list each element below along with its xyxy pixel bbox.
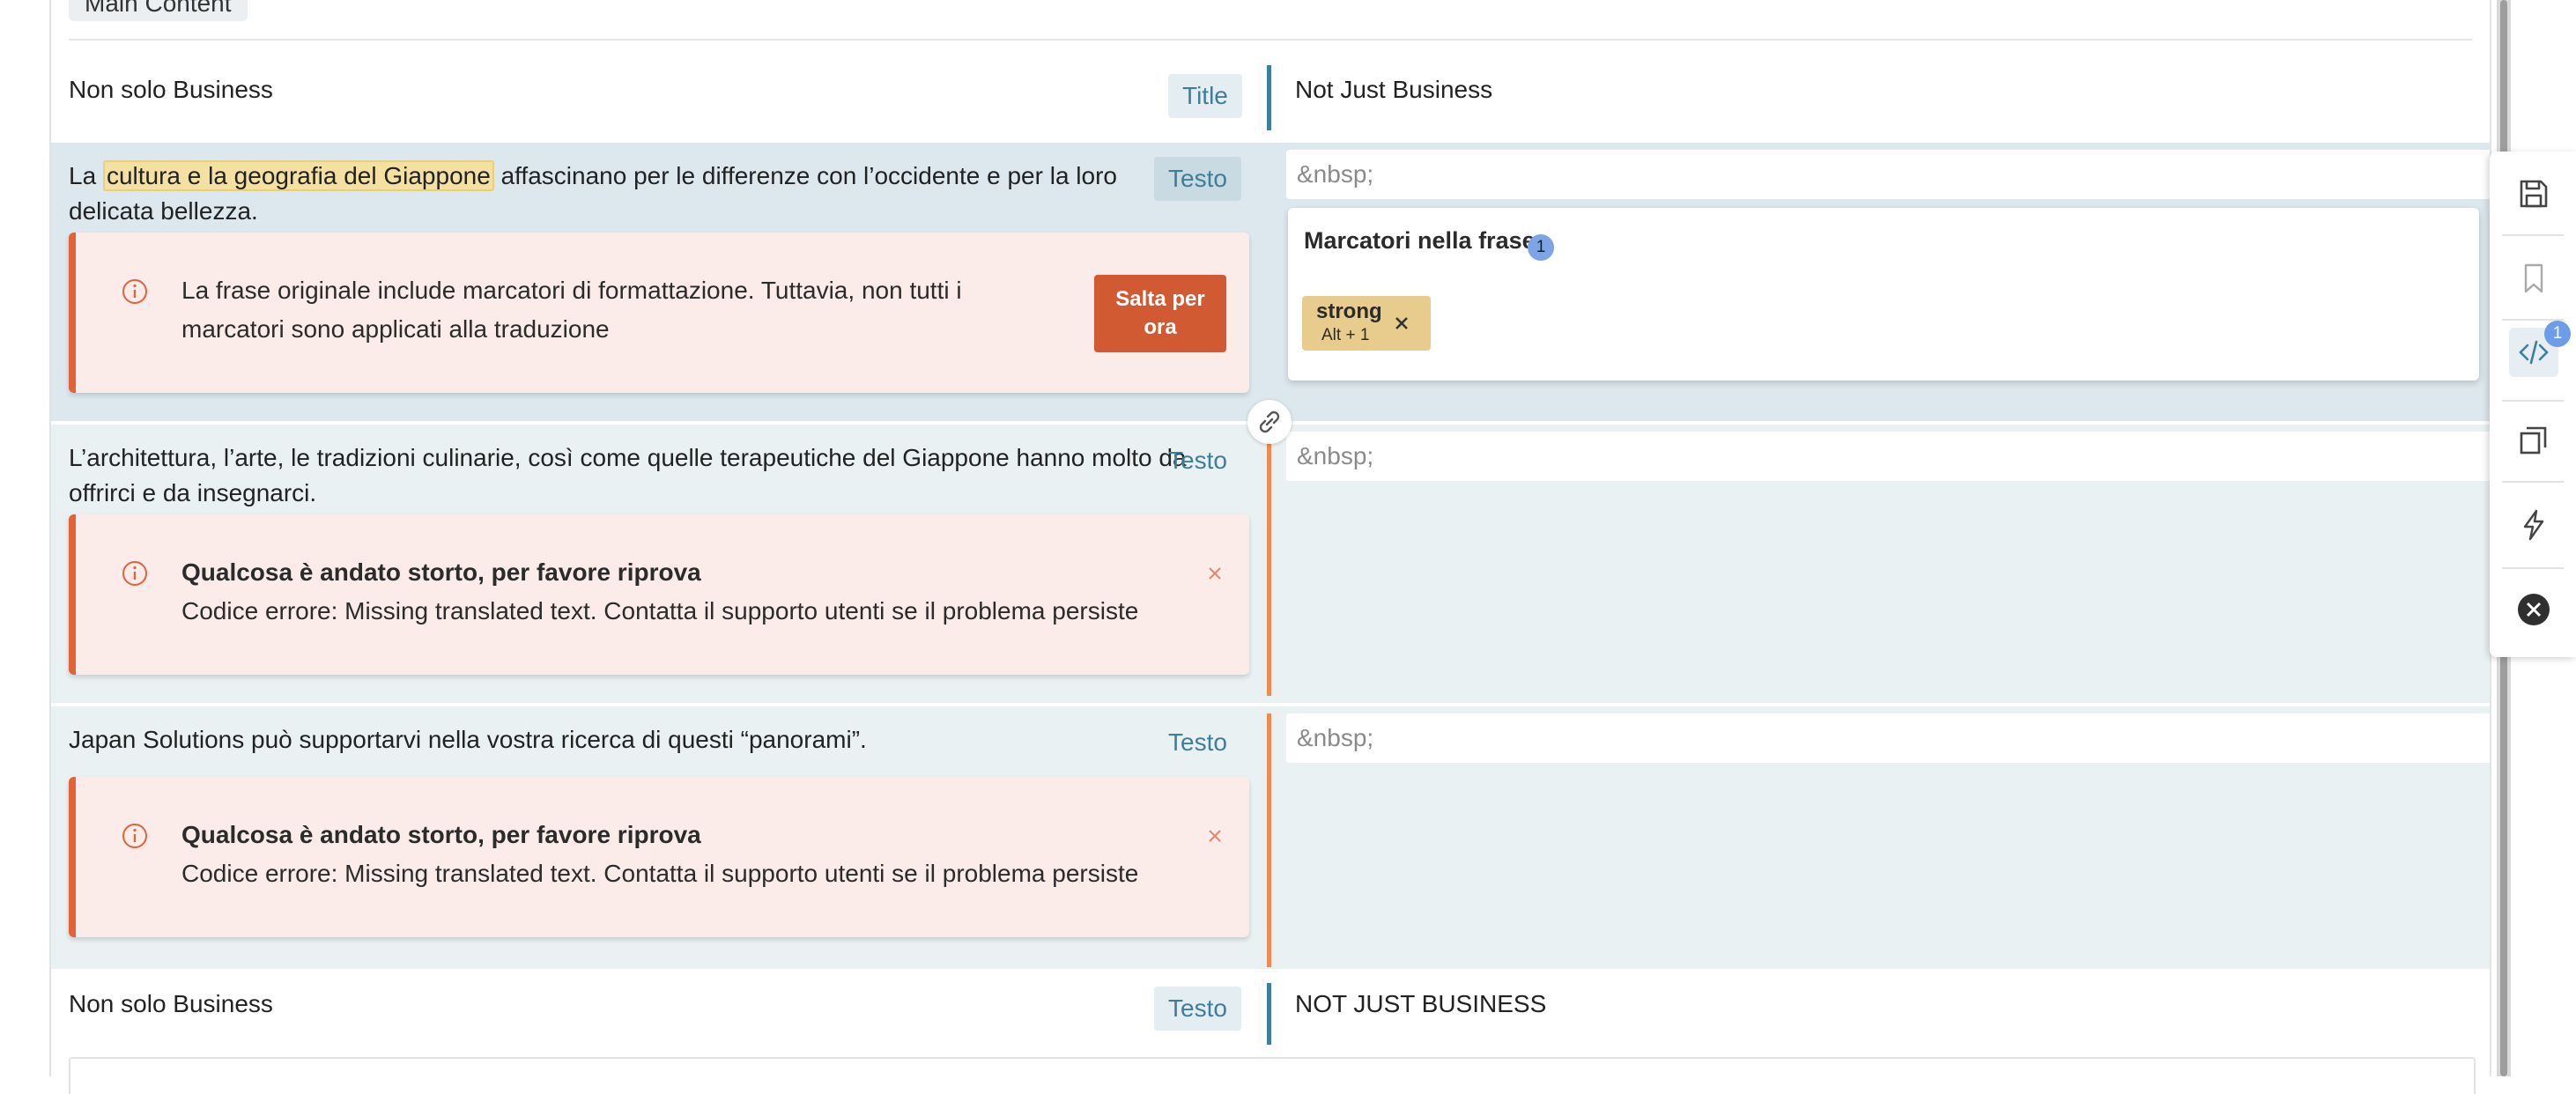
toolbar-separator [2502, 567, 2564, 569]
skip-for-now-button[interactable]: Salta per ora [1094, 275, 1226, 352]
panel-title: Marcatori nella frase [1304, 227, 1536, 254]
link-icon [1259, 410, 1280, 433]
source-text: Japan Solutions può supportarvi nella vo… [69, 726, 867, 753]
quick-actions-button[interactable] [2509, 500, 2558, 550]
alert-message: Qualcosa è andato storto, per favore rip… [181, 816, 1203, 893]
target-text[interactable]: NOT JUST BUSINESS [1295, 987, 1546, 1022]
translation-editor: Main Content Non solo Business Title Not… [0, 0, 2576, 1094]
close-toolbar-button[interactable] [2509, 585, 2558, 634]
segment-type-tag: Testo [1168, 728, 1227, 756]
close-circle-icon [2518, 594, 2550, 625]
segment-row-4[interactable]: Japan Solutions può supportarvi nella vo… [51, 706, 2530, 969]
toolbar-separator [2502, 481, 2564, 483]
next-section-box [69, 1057, 2476, 1094]
marker-chip-name: strong [1316, 299, 1382, 323]
formatting-markers-panel: Marcatori nella frase 1 strong Alt + 1 [1288, 208, 2479, 381]
segment-type-tag: Testo [1168, 447, 1227, 474]
marker-count-badge: 1 [1528, 234, 1554, 261]
copy-source-button[interactable] [2509, 416, 2558, 465]
segment-row-3[interactable]: L’architettura, l’arte, le tradizioni cu… [51, 425, 2530, 703]
save-button[interactable] [2509, 169, 2558, 218]
bookmark-icon [2524, 263, 2543, 293]
flash-icon [2523, 509, 2544, 541]
segment-status-bar [1267, 432, 1271, 696]
target-input[interactable]: &nbsp; [1286, 713, 2530, 763]
skip-label-line1: Salta per [1115, 287, 1205, 311]
segment-row-1[interactable]: Non solo Business Title Not Just Busines… [51, 51, 2490, 143]
target-text[interactable]: Not Just Business [1295, 72, 1492, 107]
segment-status-bar [1267, 65, 1271, 130]
save-icon [2520, 180, 2548, 208]
segment-type-tag: Testo [1154, 157, 1241, 201]
segment-row-5[interactable]: Non solo Business Testo NOT JUST BUSINES… [51, 972, 2490, 1057]
section-divider [69, 39, 2472, 41]
toolbar-separator [2502, 234, 2564, 236]
formatting-marker-highlight[interactable]: cultura e la geografia del Giappone [102, 160, 494, 191]
segment-type-tag: Title [1168, 74, 1242, 118]
error-alert: Qualcosa è andato storto, per favore rip… [69, 777, 1249, 937]
segment-status-bar [1267, 983, 1271, 1045]
source-text: Non solo Business [69, 76, 273, 103]
close-alert-icon[interactable] [1205, 564, 1225, 583]
info-icon [122, 279, 147, 304]
bookmark-button[interactable] [2509, 254, 2558, 303]
remove-marker-icon[interactable] [1390, 312, 1413, 335]
marker-chip-shortcut: Alt + 1 [1321, 326, 1370, 344]
source-text-before: La [69, 162, 103, 189]
error-alert: Qualcosa è andato storto, per favore rip… [69, 514, 1249, 675]
marker-warning-alert: La frase originale include marcatori di … [69, 233, 1249, 393]
alert-title: Qualcosa è andato storto, per favore rip… [181, 558, 701, 586]
alert-message: Qualcosa è andato storto, per favore rip… [181, 553, 1203, 631]
segment-toolbar: 1 [2490, 152, 2576, 657]
marker-chip-strong[interactable]: strong Alt + 1 [1302, 296, 1431, 351]
segment-type-tag: Testo [1154, 987, 1241, 1031]
target-input[interactable]: &nbsp; [1286, 150, 2530, 199]
info-icon [122, 824, 147, 848]
tags-count-badge: 1 [2544, 321, 2571, 347]
source-text: L’architettura, l’arte, le tradizioni cu… [69, 444, 1187, 506]
source-text: La cultura e la geografia del Giappone a… [69, 159, 1161, 229]
toolbar-separator [2502, 400, 2564, 402]
alert-body: Codice errore: Missing translated text. … [181, 597, 1139, 625]
section-label: Main Content [69, 0, 248, 21]
copy-icon [2520, 426, 2547, 455]
close-alert-icon[interactable] [1205, 826, 1225, 846]
link-segments-button[interactable] [1247, 400, 1292, 444]
alert-title: Qualcosa è andato storto, per favore rip… [181, 821, 701, 848]
skip-label-line2: ora [1144, 315, 1177, 339]
formatting-tags-button[interactable]: 1 [2509, 321, 2571, 377]
segment-status-bar [1267, 713, 1271, 967]
alert-message: La frase originale include marcatori di … [181, 277, 962, 343]
alert-body: Codice errore: Missing translated text. … [181, 860, 1139, 887]
info-icon [122, 561, 147, 586]
source-text: Non solo Business [69, 990, 273, 1017]
target-input[interactable]: &nbsp; [1286, 432, 2530, 481]
